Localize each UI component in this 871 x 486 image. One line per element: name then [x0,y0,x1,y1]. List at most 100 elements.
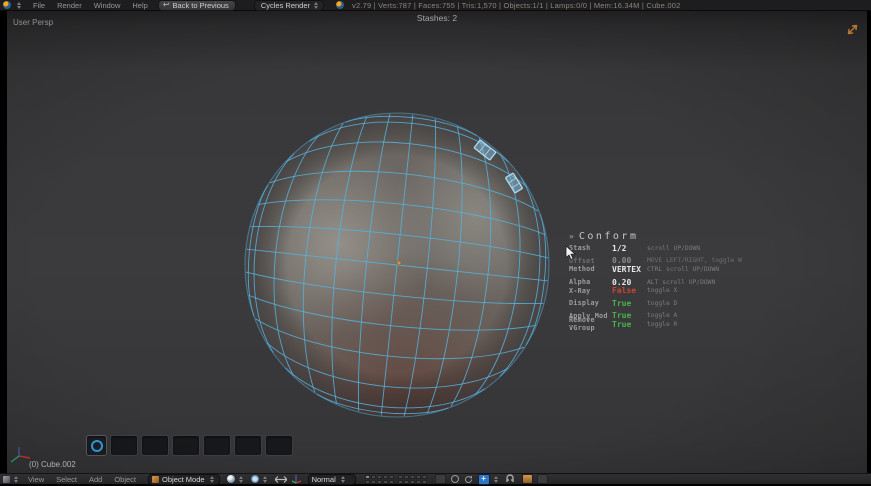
conform-value: True [612,320,647,329]
layer-20[interactable] [422,480,427,484]
mouse-cursor [565,245,576,261]
conform-row-x-ray: X-RayFalsetoggle X [569,286,759,295]
top-info-bar: FileRenderWindowHelp ↩ Back to Previous … [0,0,871,11]
conform-row-stash: Stash1/2scroll UP/DOWN [569,244,759,253]
layer-19[interactable] [416,480,421,484]
conform-rows: Stash1/2scroll UP/DOWNOffset0.00MOVE LEF… [569,244,759,329]
blender-window: FileRenderWindowHelp ↩ Back to Previous … [0,0,871,486]
conform-value: 1/2 [612,244,647,253]
layer-6[interactable] [365,480,370,484]
layer-10[interactable] [389,480,394,484]
editor-type-stepper-icon[interactable] [17,2,21,9]
conform-panel: » Conform Stash1/2scroll UP/DOWNOffset0.… [569,230,759,329]
lock-to-scene-icon[interactable] [435,474,446,484]
conform-hint: toggle A [647,312,677,319]
editor-type-icon[interactable] [3,476,10,483]
conform-title-text: Conform [579,231,639,242]
stash-slot-4[interactable] [172,435,200,456]
conform-hint: toggle R [647,321,677,328]
snap-element-icon[interactable]: + [478,474,490,485]
proportional-editing-icon[interactable] [451,475,459,483]
conform-row-alpha: Alpha0.20ALT scroll UP/DOWN [569,278,759,287]
header-menu-view[interactable]: View [22,475,50,484]
menu-help[interactable]: Help [126,1,153,10]
stash-slot-5[interactable] [203,435,231,456]
conform-label: Remove VGroup [569,316,612,332]
stash-slot-6[interactable] [234,435,262,456]
conform-row-remove-vgroup: Remove VGroupTruetoggle R [569,320,759,329]
stash-slot-2[interactable] [110,435,138,456]
mode-select-value: Object Mode [162,475,205,484]
pivot-stepper-icon[interactable] [263,476,267,483]
layer-4[interactable] [383,475,388,479]
conform-label: Method [569,265,612,273]
stash-slot-3[interactable] [141,435,169,456]
conform-label: Alpha [569,278,612,286]
menu-window[interactable]: Window [88,1,127,10]
render-anim-icon[interactable] [537,474,548,484]
layer-1[interactable] [365,475,370,479]
object-mode-icon [152,476,159,483]
orientation-value: Normal [312,475,336,484]
conform-value: VERTEX [612,265,647,274]
object-origin-dot [397,261,401,265]
shading-stepper-icon[interactable] [239,476,243,483]
layer-3[interactable] [377,475,382,479]
orientation-stepper-icon [341,476,345,483]
header-menu-add[interactable]: Add [83,475,108,484]
layer-8[interactable] [377,480,382,484]
orientation-select[interactable]: Normal [308,474,356,485]
menu-render[interactable]: Render [51,1,88,10]
layer-11[interactable] [398,475,403,479]
conform-hint: toggle D [647,300,677,307]
3d-viewport[interactable]: Stashes: 2 User Persp [7,11,867,473]
render-ogl-icon[interactable] [522,474,533,484]
render-engine-value: Cycles Render [261,1,310,10]
snap-stepper-icon[interactable] [494,476,498,483]
expand-panel-icon[interactable] [846,23,859,36]
snap-rotate-icon[interactable] [464,475,473,484]
header-menu-select[interactable]: Select [50,475,83,484]
stash-slot-1[interactable] [86,435,107,456]
header-menus: ViewSelectAddObject [22,475,142,484]
conform-row-display: DisplayTruetoggle D [569,299,759,308]
conform-hint: CTRL scroll UP/DOWN [647,266,719,273]
panel-collapse-arrow-icon[interactable]: » [569,232,574,241]
layer-grid-2 [398,475,427,484]
layer-2[interactable] [371,475,376,479]
scene-stats: v2.79 | Verts:787 | Faces:755 | Tris:1,5… [352,1,680,10]
conform-panel-title: » Conform [569,230,759,242]
layer-14[interactable] [416,475,421,479]
viewport-header-bar: ViewSelectAddObject Object Mode Normal [0,473,871,484]
layer-18[interactable] [410,480,415,484]
stash-slot-7[interactable] [265,435,293,456]
layer-13[interactable] [410,475,415,479]
render-engine-select[interactable]: Cycles Render [254,0,324,11]
layer-5[interactable] [389,475,394,479]
pivot-point-icon[interactable] [251,475,259,483]
layer-9[interactable] [383,480,388,484]
layer-17[interactable] [404,480,409,484]
active-object-label: (0) Cube.002 [29,460,76,469]
header-menu-object[interactable]: Object [108,475,142,484]
manipulator-translate-icon[interactable] [275,475,287,484]
back-to-previous-button[interactable]: ↩ Back to Previous [158,0,236,11]
conform-label: X-Ray [569,287,612,295]
editor-type-stepper-icon-bottom[interactable] [14,476,18,483]
mode-select[interactable]: Object Mode [148,474,220,485]
engine-stepper-icon [314,2,318,9]
conform-label: Display [569,299,612,307]
layer-7[interactable] [371,480,376,484]
layer-16[interactable] [398,480,403,484]
conform-hint: toggle X [647,287,677,294]
layer-15[interactable] [422,475,427,479]
back-arrow-icon: ↩ [163,1,170,9]
transform-axes-icon[interactable] [291,474,302,484]
conform-value: False [612,286,647,295]
viewport-shading-icon[interactable] [227,475,235,483]
conform-hint: MOVE LEFT/RIGHT, toggle W [647,257,742,264]
snap-magnet-icon[interactable] [505,474,515,484]
menu-file[interactable]: File [27,1,51,10]
layer-grids [363,475,429,484]
layer-12[interactable] [404,475,409,479]
